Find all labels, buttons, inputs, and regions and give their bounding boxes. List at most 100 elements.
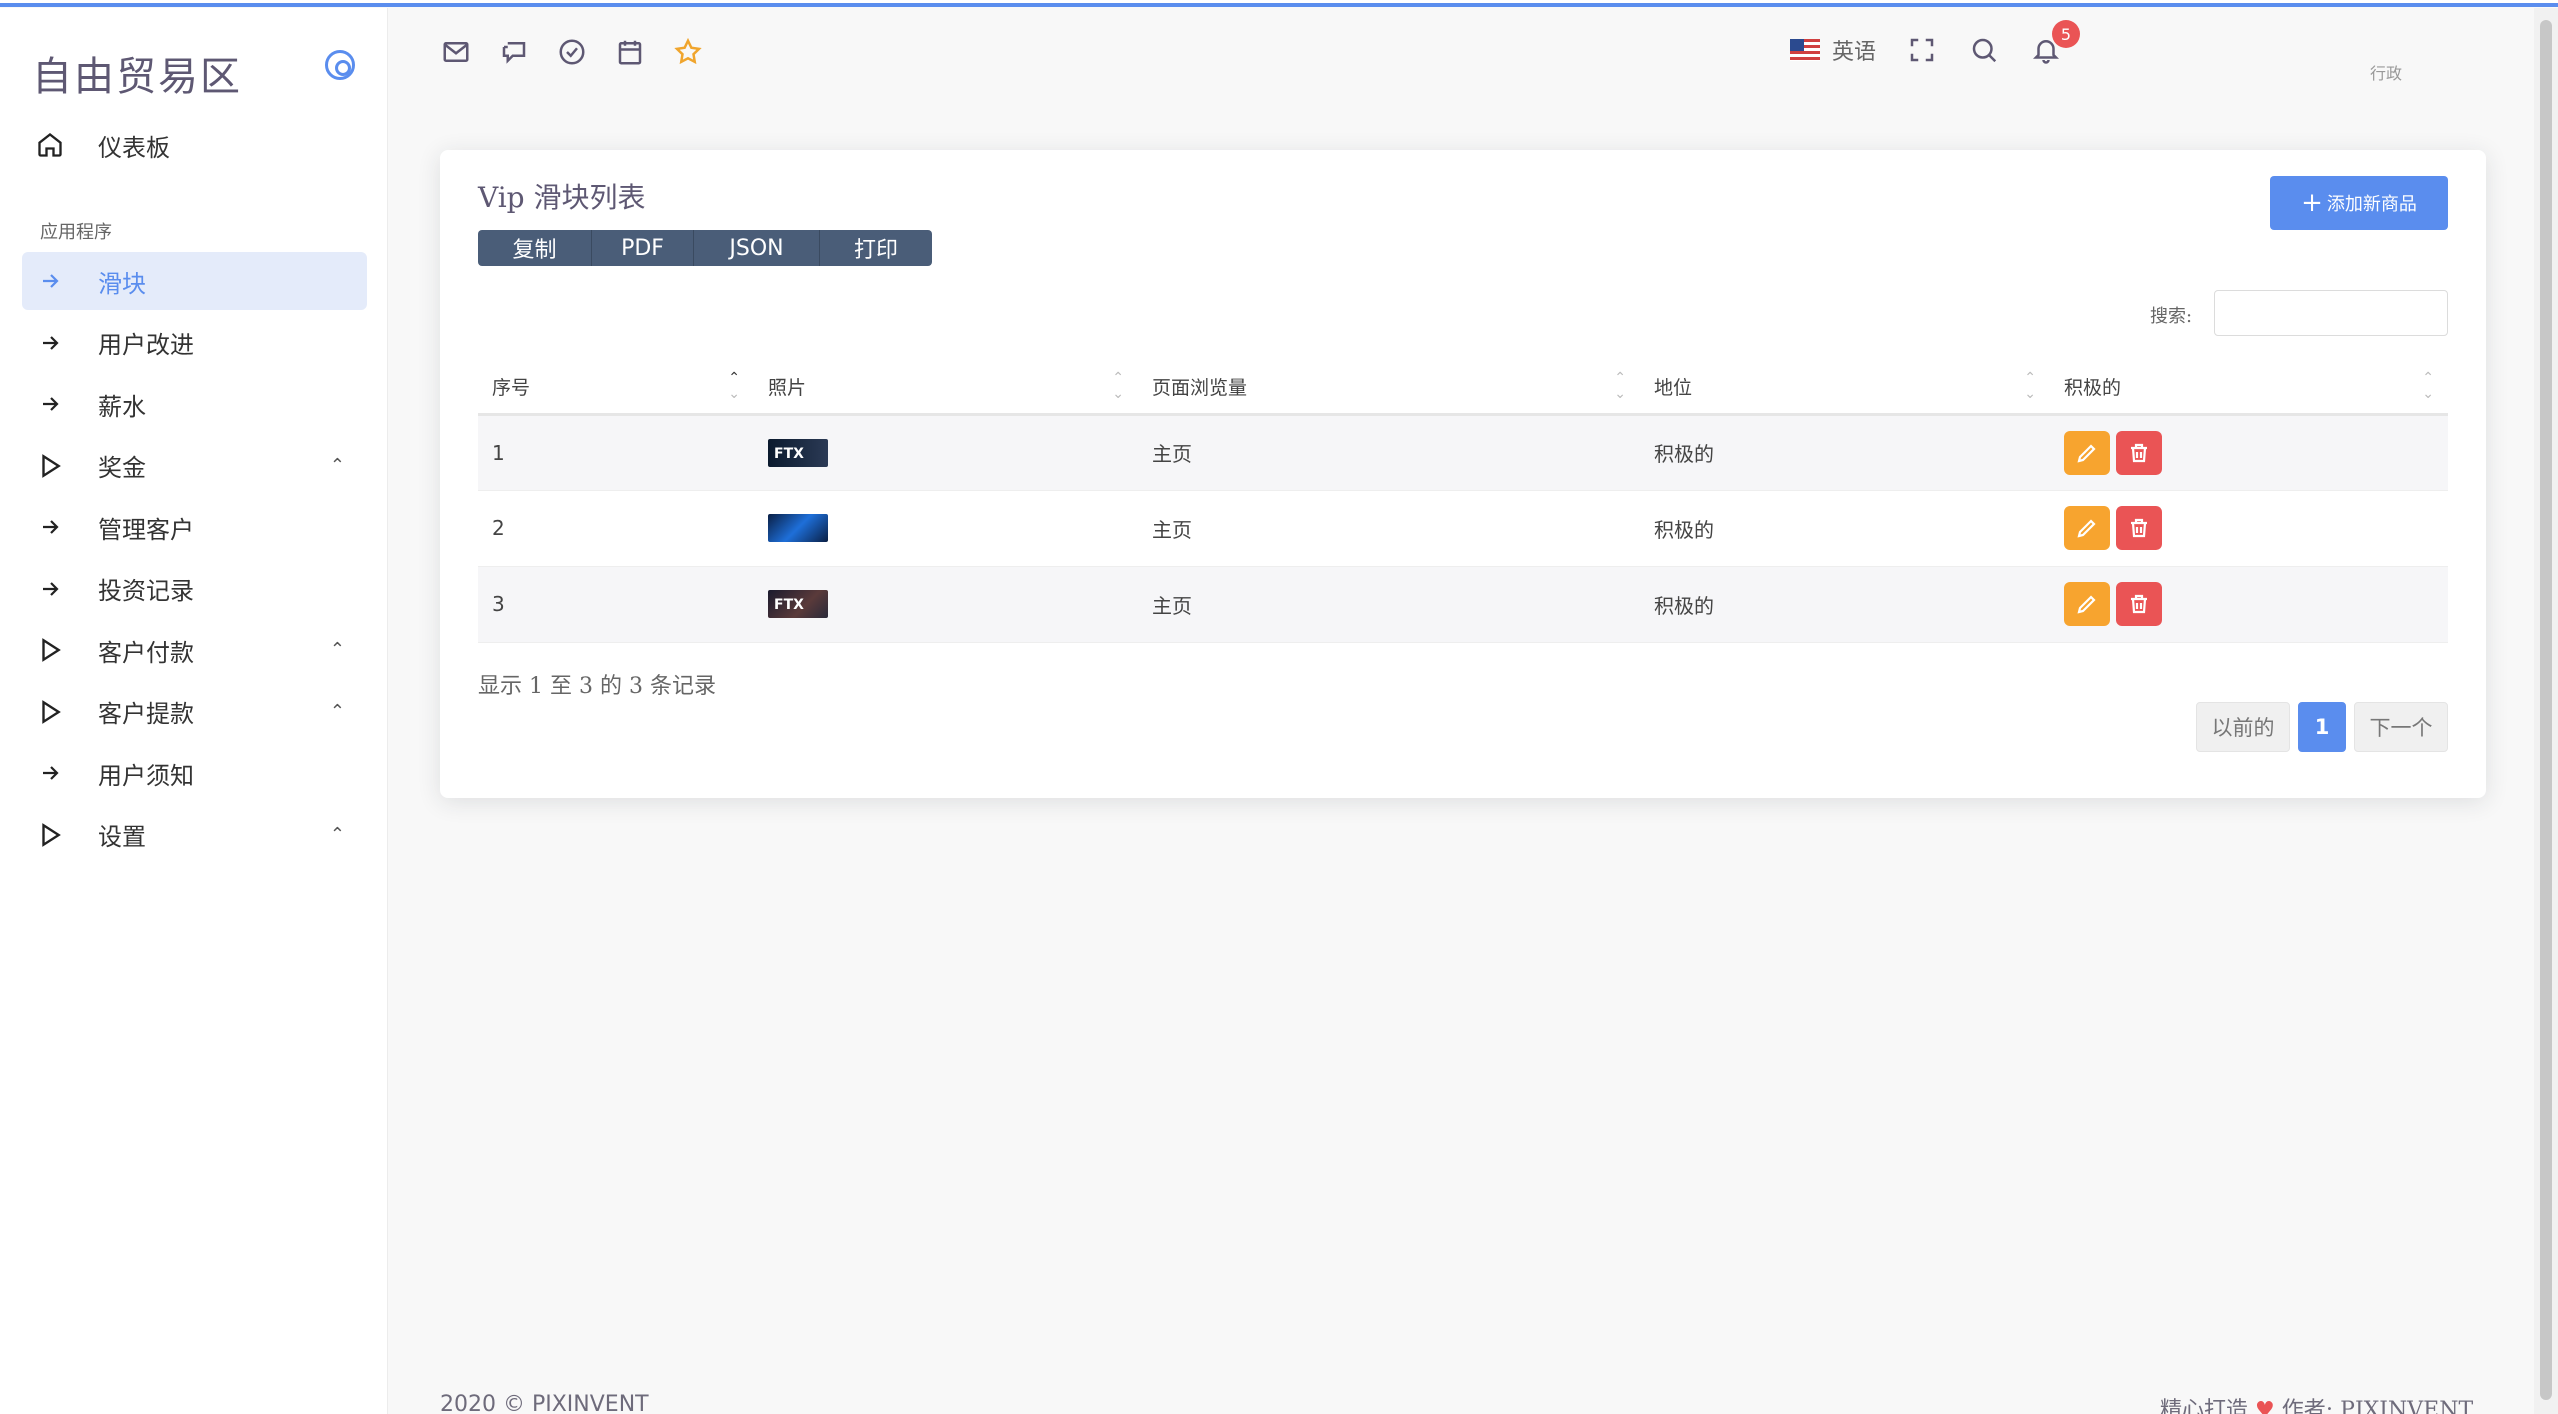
- cell-page: 主页: [1138, 490, 1640, 567]
- triangle-right-icon: [22, 699, 78, 725]
- column-header-photo[interactable]: 照片 ⌃ ⌄: [754, 360, 1138, 416]
- calendar-icon[interactable]: [614, 36, 646, 68]
- cell-actions: [2050, 490, 2448, 567]
- cell-actions: [2050, 414, 2448, 491]
- cell-photo: FTX: [754, 566, 1138, 643]
- print-button[interactable]: 打印: [820, 230, 932, 266]
- pagination-page-1[interactable]: 1: [2298, 702, 2346, 752]
- check-circle-icon[interactable]: [556, 36, 588, 68]
- sidebar-item-4[interactable]: 管理客户: [22, 498, 367, 556]
- cell-actions: [2050, 566, 2448, 643]
- triangle-right-icon: [22, 637, 78, 663]
- chat-icon[interactable]: [498, 36, 530, 68]
- cell-status: 积极的: [1640, 566, 2050, 643]
- sidebar-section-label: 应用程序: [40, 222, 112, 243]
- fullscreen-icon[interactable]: [1906, 34, 1938, 66]
- slider-thumbnail[interactable]: [768, 514, 828, 542]
- sidebar-item-3[interactable]: 奖金 ⌃: [22, 437, 367, 495]
- pencil-icon: [2077, 519, 2096, 538]
- sort-icon[interactable]: ⌃ ⌄: [2024, 370, 2036, 402]
- star-icon[interactable]: [672, 36, 704, 68]
- column-header-id[interactable]: 序号 ⌃ ⌄: [478, 360, 754, 416]
- triangle-right-icon: [22, 453, 78, 479]
- language-selector[interactable]: 英语: [1832, 34, 1876, 66]
- delete-button[interactable]: [2116, 506, 2162, 550]
- sidebar-item-0[interactable]: 滑块: [22, 252, 367, 310]
- mail-icon[interactable]: [440, 36, 472, 68]
- slider-thumbnail[interactable]: FTX: [768, 438, 828, 467]
- cell-photo: FTX: [754, 414, 1138, 491]
- pencil-icon: [2077, 443, 2096, 463]
- sidebar-item-5[interactable]: 投资记录: [22, 560, 367, 618]
- cell-status: 积极的: [1640, 490, 2050, 567]
- search-label: 搜索:: [2150, 306, 2193, 327]
- add-new-item-button[interactable]: + 添加新商品: [2270, 176, 2448, 230]
- sidebar-item-label: 奖金: [98, 454, 146, 482]
- chevron-up-icon[interactable]: ⌃: [330, 455, 345, 476]
- edit-button[interactable]: [2064, 506, 2110, 550]
- edit-button[interactable]: [2064, 582, 2110, 626]
- slider-thumbnail[interactable]: FTX: [768, 590, 828, 618]
- sidebar-item-8[interactable]: 用户须知: [22, 744, 367, 802]
- brand-logo[interactable]: 自由贸易区: [32, 44, 242, 102]
- sidebar-item-1[interactable]: 用户改进: [22, 314, 367, 372]
- pdf-button[interactable]: PDF: [592, 230, 694, 266]
- cell-page: 主页: [1138, 414, 1640, 491]
- chevron-up-icon[interactable]: ⌃: [330, 639, 345, 660]
- vip-slider-card: Vip 滑块列表 复制 PDF JSON 打印 + 添加新商品 搜索: 序号 ⌃ ⌄…: [440, 150, 2486, 798]
- table-info: 显示 1 至 3 的 3 条记录: [478, 674, 716, 699]
- cell-id: 2: [478, 490, 754, 567]
- sidebar: 自由贸易区 仪表板 应用程序 滑块 用户改进 薪水 奖金 ⌃ 管理客户 投资记录 客户付款 ⌃ 客…: [0, 8, 388, 1414]
- delete-button[interactable]: [2116, 582, 2162, 626]
- trash-icon: [2131, 518, 2147, 538]
- pencil-icon: [2077, 595, 2096, 614]
- arrow-right-icon: [22, 392, 78, 416]
- us-flag-icon[interactable]: [1790, 39, 1820, 61]
- home-icon: [22, 131, 78, 159]
- search-input[interactable]: [2214, 290, 2448, 336]
- column-header-page-views[interactable]: 页面浏览量 ⌃ ⌄: [1138, 360, 1640, 416]
- pagination-next[interactable]: 下一个: [2354, 702, 2448, 752]
- delete-button[interactable]: [2116, 430, 2162, 475]
- column-header-status[interactable]: 地位 ⌃ ⌄: [1640, 360, 2050, 416]
- arrow-right-icon: [22, 577, 78, 601]
- notification-bell-icon[interactable]: 5: [2030, 20, 2081, 66]
- search-icon[interactable]: [1968, 34, 2000, 66]
- copy-button[interactable]: 复制: [478, 230, 592, 266]
- chevron-up-icon[interactable]: ⌃: [330, 824, 345, 845]
- sort-icon[interactable]: ⌃ ⌄: [1112, 370, 1124, 402]
- cell-page: 主页: [1138, 566, 1640, 643]
- sidebar-item-label: 仪表板: [98, 133, 170, 162]
- sidebar-item-label: 薪水: [98, 392, 146, 421]
- sidebar-toggle-icon[interactable]: [325, 50, 355, 80]
- sidebar-item-label: 用户须知: [98, 761, 194, 790]
- scrollbar-thumb[interactable]: [2540, 20, 2552, 1400]
- sidebar-item-6[interactable]: 客户付款 ⌃: [22, 621, 367, 679]
- sidebar-item-2[interactable]: 薪水: [22, 375, 367, 433]
- user-role[interactable]: 行政: [2370, 60, 2402, 84]
- sort-icon[interactable]: ⌃ ⌄: [1614, 370, 1626, 402]
- footer-credit: 精心打造 ♥ 作者: PIXINVENT: [2160, 1392, 2473, 1414]
- sidebar-item-label: 管理客户: [98, 515, 194, 544]
- sort-icon[interactable]: ⌃ ⌄: [2422, 370, 2434, 402]
- sidebar-item-label: 客户提款: [98, 700, 194, 728]
- json-button[interactable]: JSON: [694, 230, 820, 266]
- trash-icon: [2131, 594, 2147, 614]
- sidebar-item-7[interactable]: 客户提款 ⌃: [22, 683, 367, 741]
- table-row: 1 FTX 主页 积极的: [478, 414, 2448, 491]
- column-header-active[interactable]: 积极的 ⌃ ⌄: [2050, 360, 2448, 416]
- edit-button[interactable]: [2064, 430, 2110, 475]
- page-load-progress: [0, 0, 2558, 7]
- sort-icon[interactable]: ⌃ ⌄: [728, 370, 740, 402]
- trash-icon: [2131, 443, 2147, 462]
- sidebar-item-label: 用户改进: [98, 331, 194, 359]
- header-shortcuts: [440, 36, 704, 68]
- pagination-previous[interactable]: 以前的: [2196, 702, 2290, 752]
- sidebar-item-dashboard[interactable]: 仪表板: [22, 116, 367, 174]
- sidebar-item-9[interactable]: 设置 ⌃: [22, 806, 367, 864]
- cell-id: 1: [478, 414, 754, 491]
- table-row: 3 FTX 主页 积极的: [478, 566, 2448, 643]
- arrow-right-icon: [22, 331, 78, 355]
- header-actions: 英语 5: [1790, 20, 2081, 66]
- chevron-up-icon[interactable]: ⌃: [330, 701, 345, 722]
